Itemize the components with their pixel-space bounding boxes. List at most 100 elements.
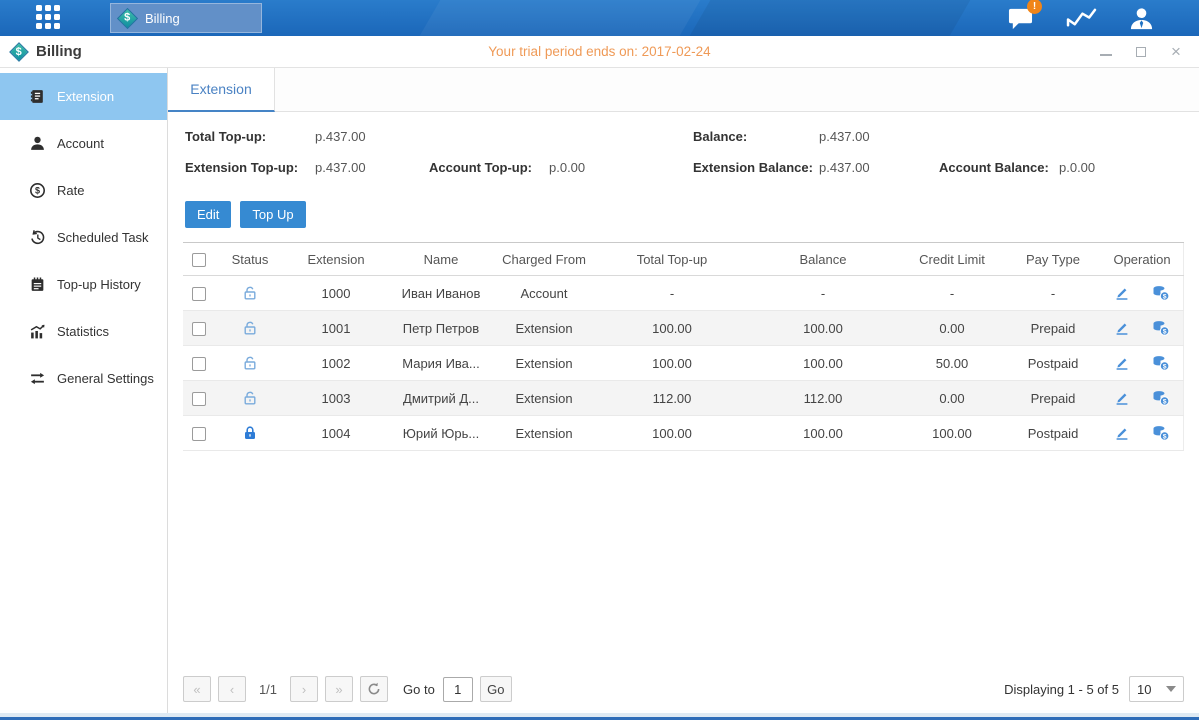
taskbar-tab-label: Billing [145,11,180,26]
charged-from-cell: Extension [491,346,597,381]
topup-coins-icon[interactable]: $ [1152,285,1170,301]
svg-text:$: $ [1163,364,1167,371]
svg-text:$: $ [35,186,40,196]
sidebar-item-statistics[interactable]: Statistics [0,308,167,355]
row-checkbox[interactable] [192,427,206,441]
lock-locked-icon [242,425,258,441]
pay-type-cell: Postpaid [1005,416,1101,451]
row-checkbox[interactable] [192,357,206,371]
tab-extension[interactable]: Extension [168,68,275,112]
table-row: 1001 Петр Петров Extension 100.00 100.00… [183,311,1184,346]
charged-from-cell: Extension [491,416,597,451]
page-size-select[interactable]: 10 [1129,676,1184,702]
chat-icon[interactable]: ! [1006,6,1035,31]
pay-type-cell: - [1005,276,1101,311]
goto-page-input[interactable] [443,677,473,702]
extension-balance-value: p.437.00 [819,160,939,175]
table-header-row: Status Extension Name Charged From Total… [183,243,1184,276]
close-button[interactable]: × [1169,45,1183,59]
select-all-checkbox[interactable] [192,253,206,267]
col-operation: Operation [1101,243,1184,276]
row-checkbox[interactable] [192,322,206,336]
edit-pencil-icon[interactable] [1114,320,1130,336]
taskbar-tab-billing[interactable]: $ Billing [110,3,262,33]
pay-type-cell: Prepaid [1005,311,1101,346]
sidebar-item-extension[interactable]: Extension [0,73,167,120]
sidebar-item-general-settings[interactable]: General Settings [0,355,167,402]
edit-button[interactable]: Edit [185,201,231,228]
account-topup-label: Account Top-up: [429,160,549,175]
tab-strip: Extension [168,68,1199,112]
status-cell [219,346,281,381]
extension-topup-value: p.437.00 [315,160,429,175]
sidebar: Extension Account $ Rate [0,68,168,713]
balance-cell: - [747,276,899,311]
extension-table: Status Extension Name Charged From Total… [183,242,1184,451]
sidebar-item-account[interactable]: Account [0,120,167,167]
svg-text:$: $ [1163,434,1167,441]
maximize-button[interactable] [1134,45,1148,59]
page-size-value: 10 [1137,682,1151,697]
status-cell [219,311,281,346]
goto-label: Go to [403,682,435,697]
extension-topup-label: Extension Top-up: [185,160,315,175]
topup-coins-icon[interactable]: $ [1152,390,1170,406]
topup-coins-icon[interactable]: $ [1152,425,1170,441]
credit-limit-cell: - [899,276,1005,311]
prev-page-button[interactable]: ‹ [218,676,246,702]
charged-from-cell: Extension [491,311,597,346]
table-row: 1000 Иван Иванов Account - - - - [183,276,1184,311]
topup-coins-icon[interactable]: $ [1152,355,1170,371]
edit-pencil-icon[interactable] [1114,425,1130,441]
edit-pencil-icon[interactable] [1114,355,1130,371]
go-button[interactable]: Go [480,676,512,702]
total-topup-cell: 100.00 [597,346,747,381]
account-topup-value: p.0.00 [549,160,693,175]
row-checkbox[interactable] [192,392,206,406]
status-cell [219,276,281,311]
next-page-button[interactable]: › [290,676,318,702]
user-icon[interactable] [1128,6,1155,31]
table-row: 1002 Мария Ива... Extension 100.00 100.0… [183,346,1184,381]
account-balance-label: Account Balance: [939,160,1059,175]
top-up-button[interactable]: Top Up [240,201,305,228]
status-cell [219,381,281,416]
extension-table-body: 1000 Иван Иванов Account - - - - [183,276,1184,451]
displaying-range: Displaying 1 - 5 of 5 [1004,682,1119,697]
operation-cell: $ [1101,276,1184,311]
table-row: 1003 Дмитрий Д... Extension 112.00 112.0… [183,381,1184,416]
sidebar-item-topup-history[interactable]: Top-up History [0,261,167,308]
credit-limit-cell: 50.00 [899,346,1005,381]
extension-cell: 1004 [281,416,391,451]
charged-from-cell: Extension [491,381,597,416]
operation-cell: $ [1101,311,1184,346]
sidebar-item-rate[interactable]: $ Rate [0,167,167,214]
lock-open-icon [242,285,258,301]
topbar-decoration [420,0,701,36]
sidebar-item-scheduled-task[interactable]: Scheduled Task [0,214,167,261]
balance-value: p.437.00 [819,129,939,144]
balance-cell: 100.00 [747,416,899,451]
balance-cell: 100.00 [747,311,899,346]
history-clock-icon [29,229,46,246]
app-grid-icon[interactable] [36,5,62,31]
col-balance: Balance [747,243,899,276]
minimize-button[interactable] [1099,45,1113,59]
name-cell: Дмитрий Д... [391,381,491,416]
last-page-button[interactable]: » [325,676,353,702]
billing-diamond-dollar-icon: $ [117,7,138,28]
total-topup-cell: 100.00 [597,416,747,451]
credit-limit-cell: 100.00 [899,416,1005,451]
refresh-button[interactable] [360,676,388,702]
chevron-down-icon [1166,686,1176,692]
edit-pencil-icon[interactable] [1114,285,1130,301]
row-checkbox[interactable] [192,287,206,301]
statistics-chart-icon[interactable] [1065,6,1098,31]
edit-pencil-icon[interactable] [1114,390,1130,406]
topup-coins-icon[interactable]: $ [1152,320,1170,336]
balance-cell: 100.00 [747,346,899,381]
lock-open-icon [242,390,258,406]
extension-cell: 1003 [281,381,391,416]
balance-label: Balance: [693,129,819,144]
first-page-button[interactable]: « [183,676,211,702]
